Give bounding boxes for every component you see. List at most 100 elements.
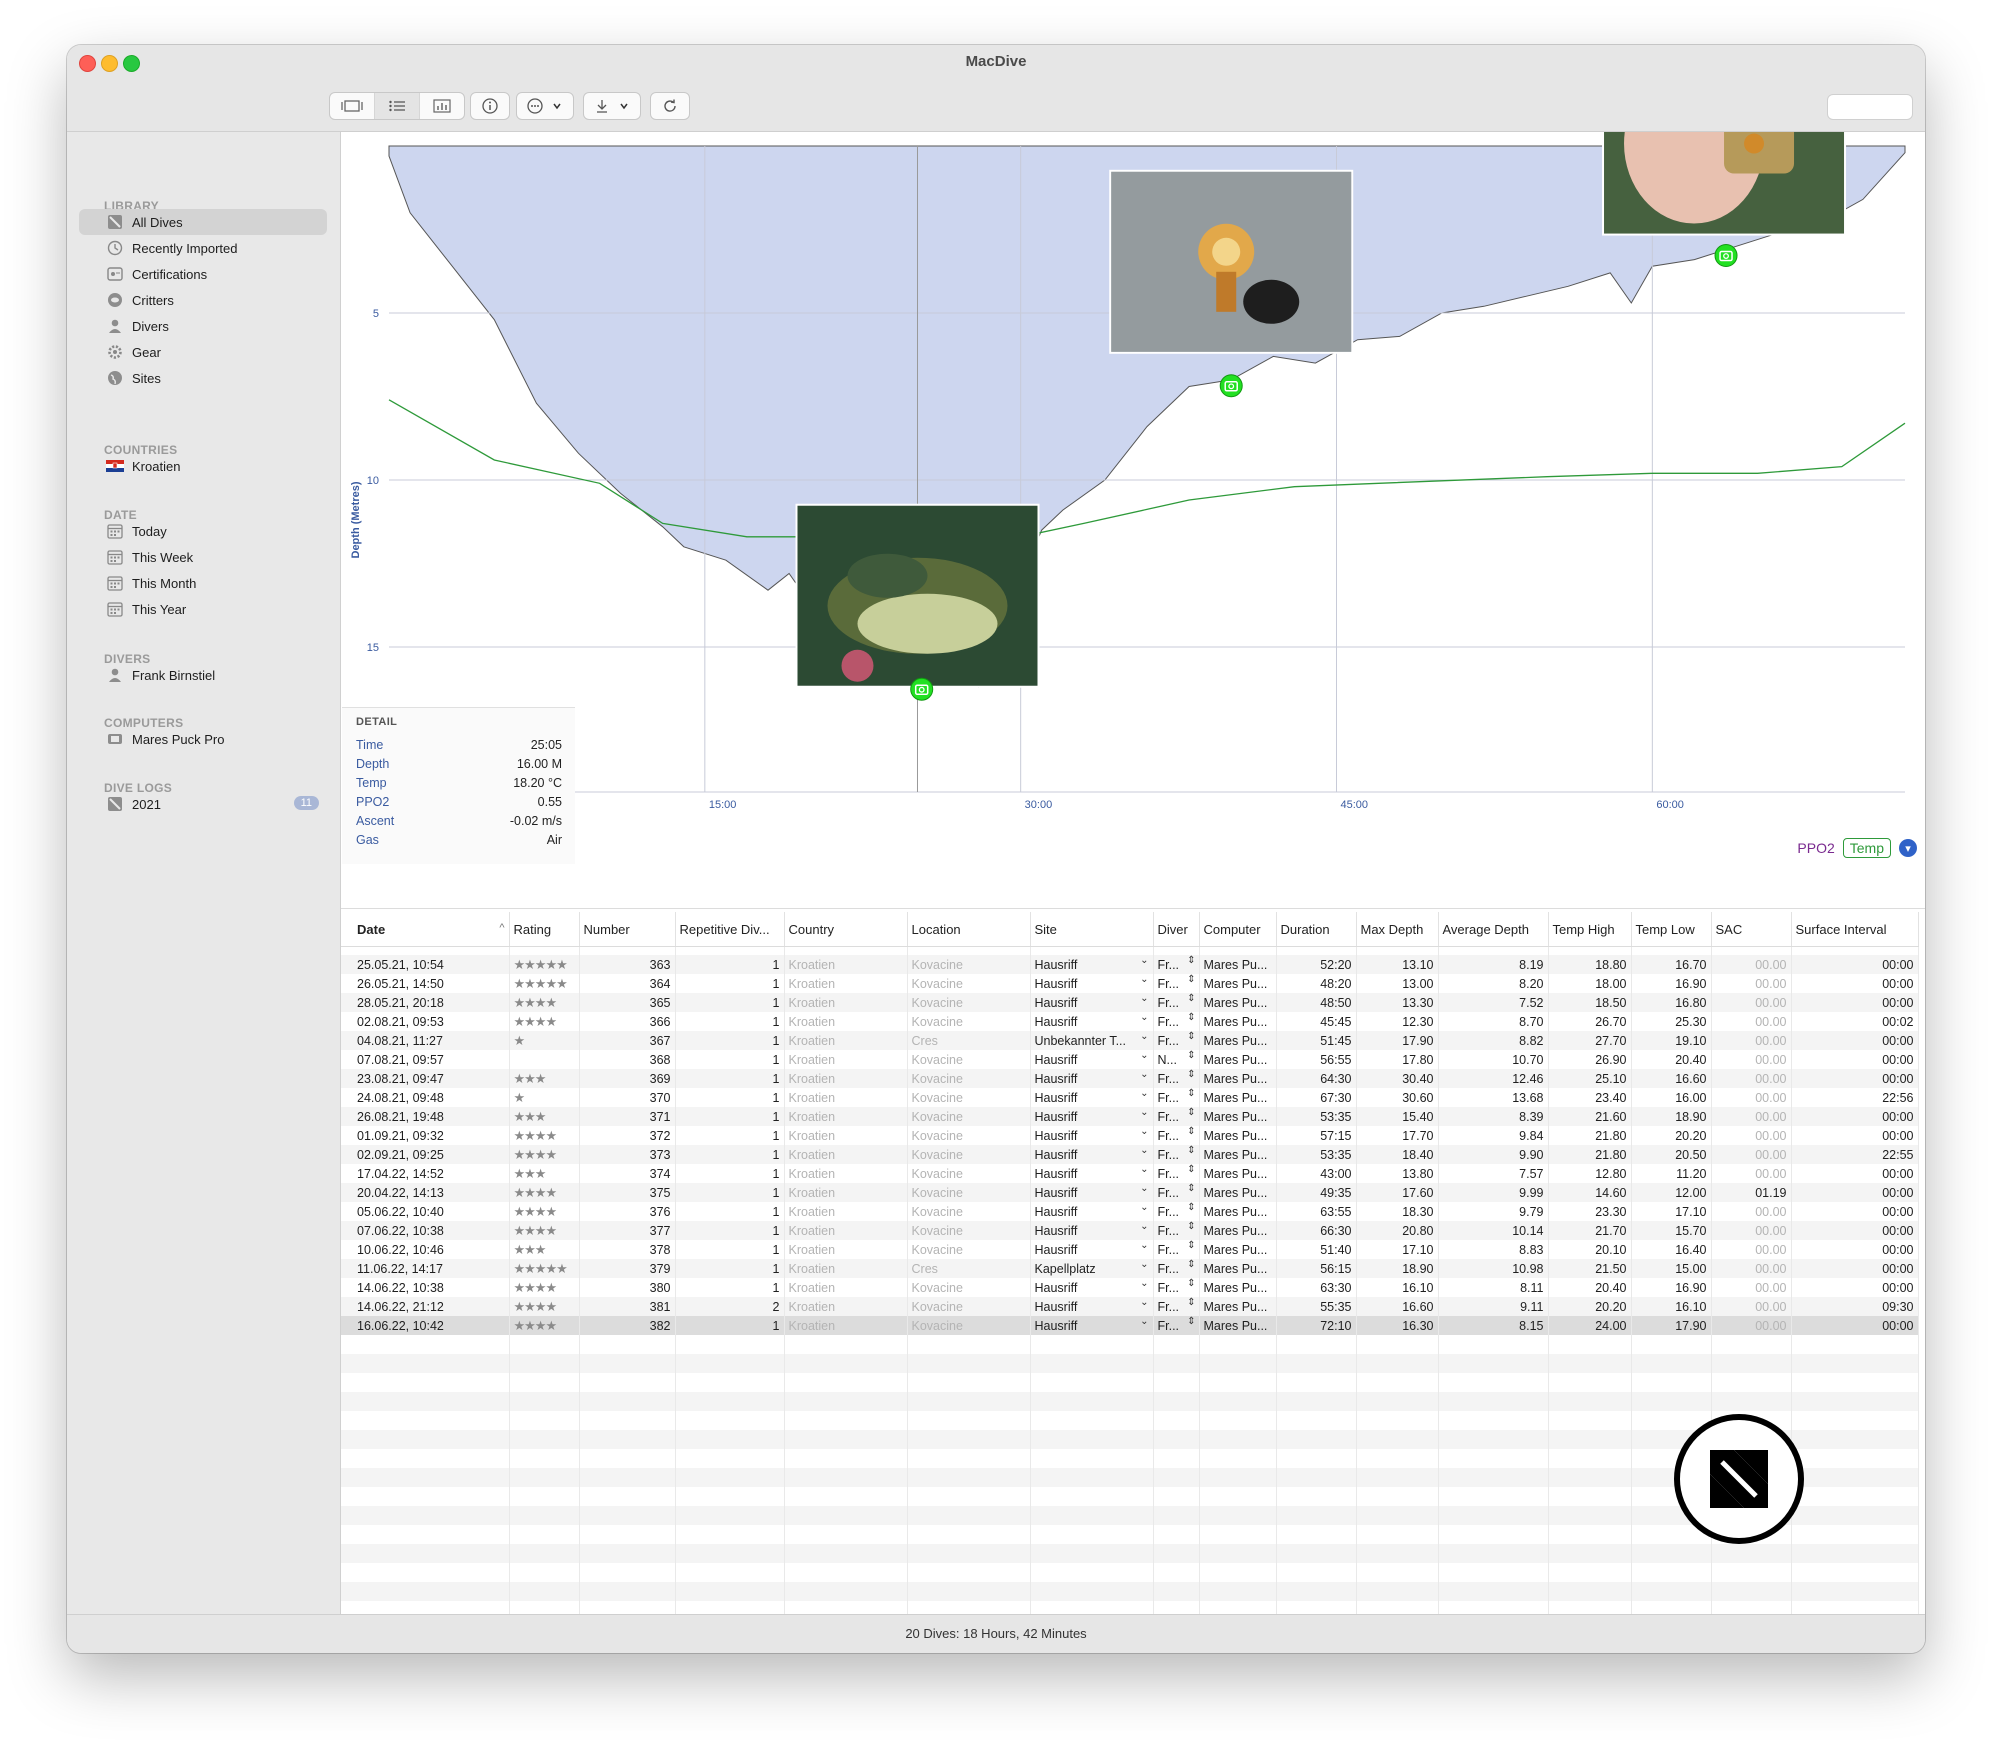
table-row[interactable]: 02.08.21, 09:53 ★★★★ 366 1 Kroatien Kovacine H… xyxy=(341,1012,1919,1031)
ppo2-toggle[interactable]: PPO2 xyxy=(1797,840,1834,856)
cell-site[interactable]: Hausriff ⌄ xyxy=(1030,1240,1154,1259)
cell-diver[interactable]: Fr... ⇕ xyxy=(1153,1107,1200,1126)
cell-diver[interactable]: Fr... ⇕ xyxy=(1153,1316,1200,1335)
info-button[interactable] xyxy=(470,92,510,120)
cell-diver[interactable]: Fr... ⇕ xyxy=(1153,1031,1200,1050)
column-header-repetitive-div[interactable]: Repetitive Div... xyxy=(675,912,785,947)
cell-site[interactable]: Hausriff ⌄ xyxy=(1030,1069,1154,1088)
cell-site[interactable]: Unbekannter T... ⌄ xyxy=(1030,1031,1154,1050)
sidebar-item-mares-puck-pro[interactable]: Mares Puck Pro xyxy=(79,726,327,752)
graph-options-icon[interactable]: ▾ xyxy=(1899,839,1917,857)
sidebar-item-divers[interactable]: Divers xyxy=(79,313,327,339)
column-header-surface-interval[interactable]: Surface Interval xyxy=(1791,912,1919,947)
cell-diver[interactable]: Fr... ⇕ xyxy=(1153,1164,1200,1183)
column-header-max-depth[interactable]: Max Depth xyxy=(1356,912,1439,947)
cell-diver[interactable]: Fr... ⇕ xyxy=(1153,1088,1200,1107)
dive-profile-graph[interactable]: 5101515:0030:0045:0060:000:00Time (Minut… xyxy=(341,51,1925,864)
column-header-average-depth[interactable]: Average Depth xyxy=(1438,912,1549,947)
table-row[interactable]: 10.06.22, 10:46 ★★★ 378 1 Kroatien Kovacine Ha… xyxy=(341,1240,1919,1259)
table-row[interactable]: 20.04.22, 14:13 ★★★★ 375 1 Kroatien Kovacine H… xyxy=(341,1183,1919,1202)
cell-diver[interactable]: Fr... ⇕ xyxy=(1153,1126,1200,1145)
cell-site[interactable]: Hausriff ⌄ xyxy=(1030,1088,1154,1107)
cell-site[interactable]: Hausriff ⌄ xyxy=(1030,974,1154,993)
column-header-date[interactable]: Date ^ xyxy=(341,912,510,947)
cell-diver[interactable]: Fr... ⇕ xyxy=(1153,1259,1200,1278)
sidebar-item-frank-birnstiel[interactable]: Frank Birnstiel xyxy=(79,662,327,688)
column-header-duration[interactable]: Duration xyxy=(1276,912,1357,947)
column-header-temp-high[interactable]: Temp High xyxy=(1548,912,1632,947)
sidebar-item-this-week[interactable]: This Week xyxy=(79,544,327,570)
cell-diver[interactable]: Fr... ⇕ xyxy=(1153,1183,1200,1202)
sync-button[interactable] xyxy=(650,92,690,120)
cell-diver[interactable]: Fr... ⇕ xyxy=(1153,974,1200,993)
camera-marker-icon[interactable] xyxy=(1219,374,1243,398)
column-header-location[interactable]: Location xyxy=(907,912,1031,947)
column-header-number[interactable]: Number xyxy=(579,912,676,947)
cell-site[interactable]: Hausriff ⌄ xyxy=(1030,1126,1154,1145)
sidebar-item-today[interactable]: Today xyxy=(79,518,327,544)
cell-diver[interactable]: Fr... ⇕ xyxy=(1153,1221,1200,1240)
sidebar-item-this-month[interactable]: This Month xyxy=(79,570,327,596)
gallery-view-button[interactable] xyxy=(330,93,375,119)
column-header-diver[interactable]: Diver xyxy=(1153,912,1200,947)
cell-site[interactable]: Hausriff ⌄ xyxy=(1030,993,1154,1012)
column-header-sac[interactable]: SAC xyxy=(1711,912,1792,947)
table-row[interactable]: 28.05.21, 20:18 ★★★★ 365 1 Kroatien Kovacine H… xyxy=(341,993,1919,1012)
cell-site[interactable]: Hausriff ⌄ xyxy=(1030,1012,1154,1031)
cell-site[interactable]: Hausriff ⌄ xyxy=(1030,1297,1154,1316)
table-row[interactable]: 04.08.21, 11:27 ★ 367 1 Kroatien Cres Unbekann… xyxy=(341,1031,1919,1050)
hand-with-sponge-photo[interactable] xyxy=(1602,51,1847,236)
cell-site[interactable]: Hausriff ⌄ xyxy=(1030,1107,1154,1126)
table-row[interactable]: 05.06.22, 10:40 ★★★★ 376 1 Kroatien Kovacine H… xyxy=(341,1202,1919,1221)
table-row[interactable]: 02.09.21, 09:25 ★★★★ 373 1 Kroatien Kovacine H… xyxy=(341,1145,1919,1164)
sidebar-item-all-dives[interactable]: All Dives xyxy=(79,209,327,235)
column-header-rating[interactable]: Rating xyxy=(509,912,580,947)
column-header-temp-low[interactable]: Temp Low xyxy=(1631,912,1712,947)
cell-diver[interactable]: Fr... ⇕ xyxy=(1153,1240,1200,1259)
tube-worm-photo[interactable] xyxy=(1109,169,1354,354)
cell-site[interactable]: Hausriff ⌄ xyxy=(1030,1183,1154,1202)
table-row[interactable]: 16.06.22, 10:42 ★★★★ 382 1 Kroatien Kovacine H… xyxy=(341,1316,1919,1335)
table-row[interactable]: 26.08.21, 19:48 ★★★ 371 1 Kroatien Kovacine Ha… xyxy=(341,1107,1919,1126)
table-row[interactable]: 26.05.21, 14:50 ★★★★★ 364 1 Kroatien Kovacine… xyxy=(341,974,1919,993)
cell-site[interactable]: Hausriff ⌄ xyxy=(1030,1145,1154,1164)
temp-toggle[interactable]: Temp xyxy=(1842,838,1891,858)
cell-site[interactable]: Hausriff ⌄ xyxy=(1030,1278,1154,1297)
cell-site[interactable]: Hausriff ⌄ xyxy=(1030,1221,1154,1240)
camera-marker-icon[interactable] xyxy=(910,677,934,701)
sidebar-item-sites[interactable]: Sites xyxy=(79,365,327,391)
cell-site[interactable]: Hausriff ⌄ xyxy=(1030,1316,1154,1335)
table-row[interactable]: 07.08.21, 09:57 368 1 Kroatien Kovacine Hausr… xyxy=(341,1050,1919,1069)
cell-diver[interactable]: N... ⇕ xyxy=(1153,1050,1200,1069)
cell-diver[interactable]: Fr... ⇕ xyxy=(1153,993,1200,1012)
table-row[interactable]: 14.06.22, 10:38 ★★★★ 380 1 Kroatien Kovacine H… xyxy=(341,1278,1919,1297)
table-row[interactable]: 23.08.21, 09:47 ★★★ 369 1 Kroatien Kovacine Ha… xyxy=(341,1069,1919,1088)
sidebar-item-this-year[interactable]: This Year xyxy=(79,596,327,622)
split-divider[interactable] xyxy=(341,908,1925,909)
table-row[interactable]: 25.05.21, 10:54 ★★★★★ 363 1 Kroatien Kovacine… xyxy=(341,955,1919,974)
cell-diver[interactable]: Fr... ⇕ xyxy=(1153,1012,1200,1031)
search-input[interactable] xyxy=(1827,94,1913,120)
sidebar-item-recently-imported[interactable]: Recently Imported xyxy=(79,235,327,261)
cell-diver[interactable]: Fr... ⇕ xyxy=(1153,955,1200,974)
sidebar-item-2021[interactable]: 2021 11 xyxy=(79,791,327,817)
list-view-button[interactable] xyxy=(375,93,420,119)
table-row[interactable]: 14.06.22, 21:12 ★★★★ 381 2 Kroatien Kovacine H… xyxy=(341,1297,1919,1316)
column-header-site[interactable]: Site xyxy=(1030,912,1154,947)
sidebar-item-certifications[interactable]: Certifications xyxy=(79,261,327,287)
import-menu[interactable] xyxy=(583,92,641,120)
cell-diver[interactable]: Fr... ⇕ xyxy=(1153,1145,1200,1164)
lobster-photo[interactable] xyxy=(795,503,1040,688)
column-header-country[interactable]: Country xyxy=(784,912,908,947)
camera-marker-icon[interactable] xyxy=(1714,244,1738,268)
table-row[interactable]: 17.04.22, 14:52 ★★★ 374 1 Kroatien Kovacine Ha… xyxy=(341,1164,1919,1183)
column-header-computer[interactable]: Computer xyxy=(1199,912,1277,947)
sidebar-item-kroatien[interactable]: Kroatien xyxy=(79,453,327,479)
sidebar-item-gear[interactable]: Gear xyxy=(79,339,327,365)
more-actions-menu[interactable] xyxy=(516,92,574,120)
cell-site[interactable]: Hausriff ⌄ xyxy=(1030,955,1154,974)
cell-site[interactable]: Hausriff ⌄ xyxy=(1030,1202,1154,1221)
cell-diver[interactable]: Fr... ⇕ xyxy=(1153,1202,1200,1221)
table-row[interactable]: 01.09.21, 09:32 ★★★★ 372 1 Kroatien Kovacine H… xyxy=(341,1126,1919,1145)
cell-site[interactable]: Kapellplatz ⌄ xyxy=(1030,1259,1154,1278)
